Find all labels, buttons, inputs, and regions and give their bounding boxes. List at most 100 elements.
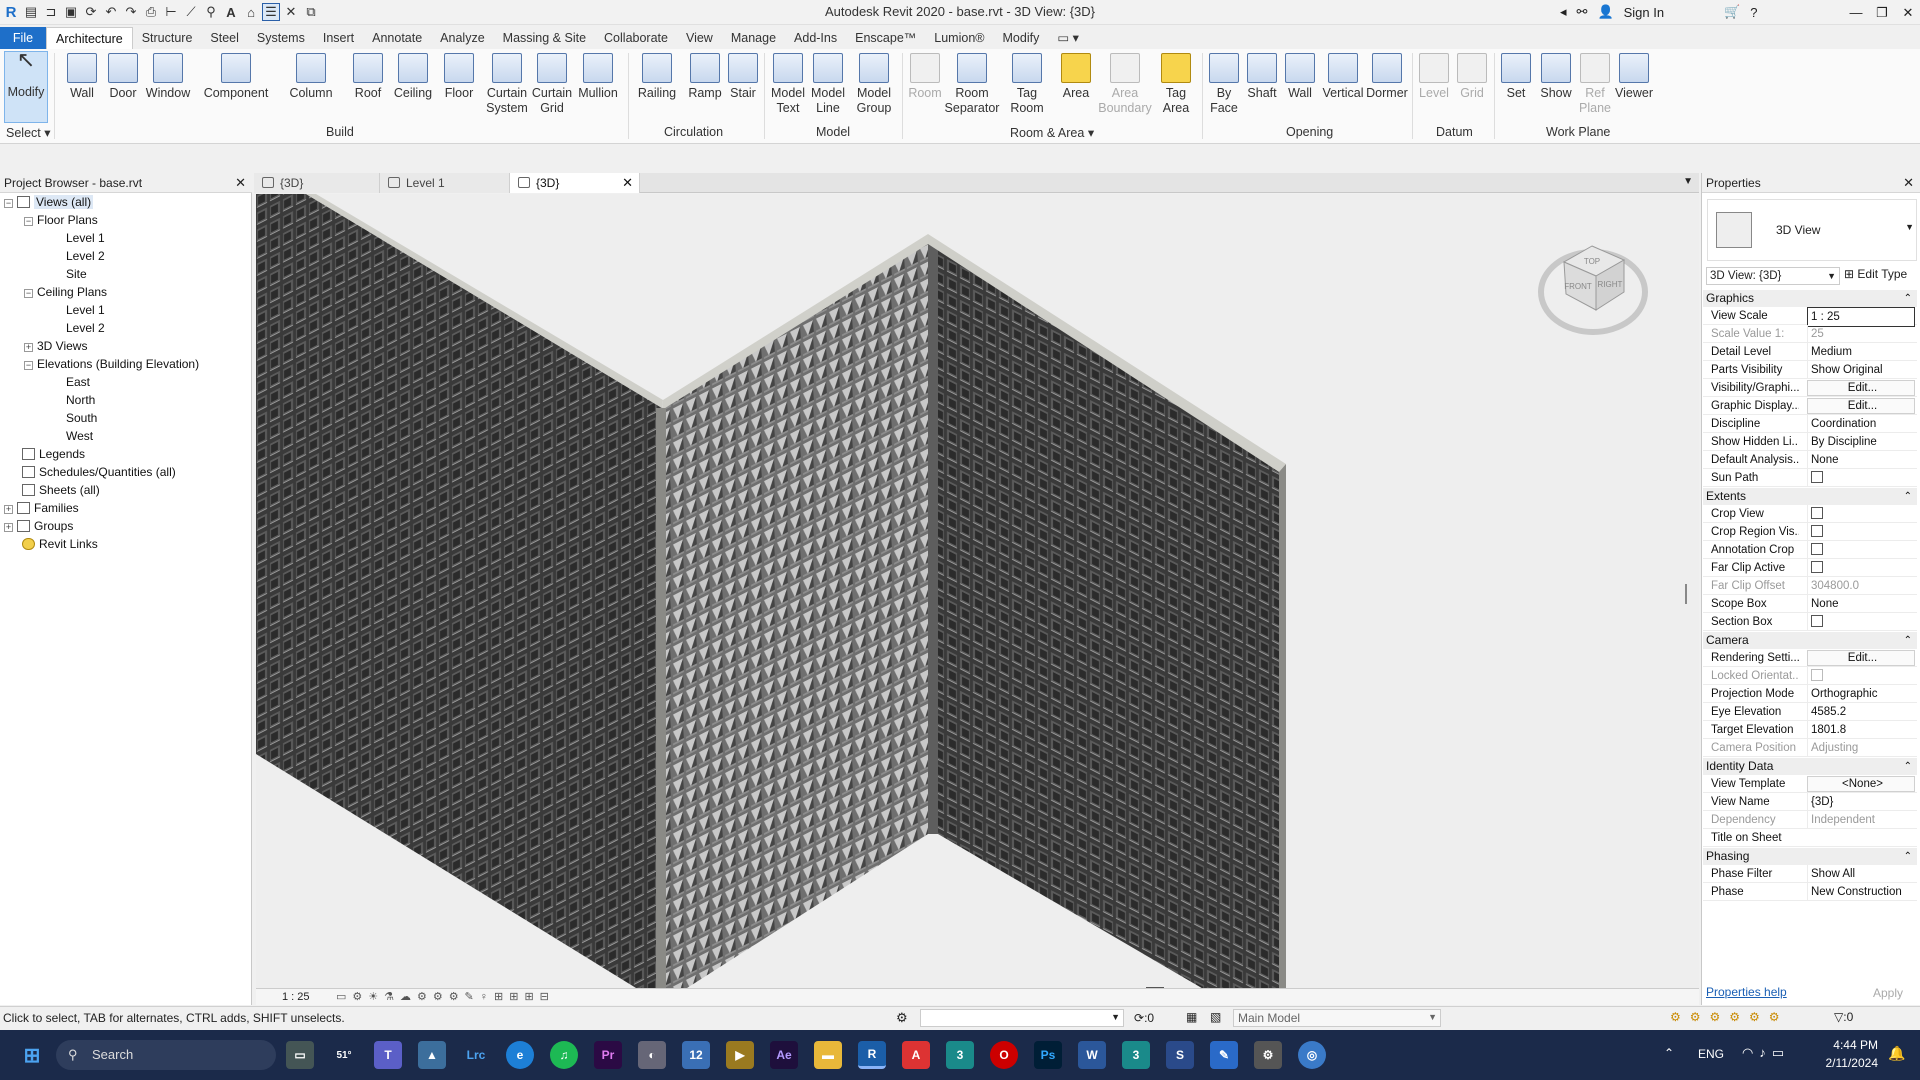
app-icon[interactable]: ▶ bbox=[726, 1041, 754, 1069]
rendering-edit-button[interactable]: Edit... bbox=[1807, 650, 1915, 666]
tab-3d-view-active[interactable]: {3D} ✕ bbox=[510, 173, 640, 193]
tree-item[interactable]: West bbox=[66, 427, 93, 445]
app-icon[interactable]: 12 bbox=[682, 1041, 710, 1069]
door-button[interactable]: Door bbox=[104, 53, 142, 101]
viewcube[interactable]: TOP FRONT RIGHT bbox=[1538, 245, 1648, 335]
taskbar-search[interactable]: ⚲ Search bbox=[56, 1040, 276, 1070]
selection-toggles[interactable]: ⚙⚙⚙⚙⚙⚙ bbox=[1670, 1010, 1789, 1024]
tab-manage[interactable]: Manage bbox=[722, 27, 785, 49]
panel-select[interactable]: Select ▾ bbox=[6, 125, 51, 140]
component-button[interactable]: Component bbox=[200, 53, 272, 101]
stair-button[interactable]: Stair bbox=[724, 53, 762, 101]
roof-button[interactable]: Roof bbox=[350, 53, 386, 101]
crop-region-checkbox[interactable] bbox=[1811, 525, 1823, 537]
restore-icon[interactable]: ❐ bbox=[1869, 0, 1895, 25]
model-text-button[interactable]: Model Text bbox=[768, 53, 808, 116]
tab-systems[interactable]: Systems bbox=[248, 27, 314, 49]
minimize-icon[interactable]: — bbox=[1843, 0, 1869, 25]
premiere-icon[interactable]: Pr bbox=[594, 1041, 622, 1069]
weather-icon[interactable]: 51° bbox=[330, 1041, 358, 1069]
section-extents[interactable]: Extents ⌃ bbox=[1703, 488, 1917, 505]
tag-area-button[interactable]: Tag Area bbox=[1156, 53, 1196, 116]
ceiling-button[interactable]: Ceiling bbox=[390, 53, 436, 101]
revit-taskbar-icon[interactable]: R bbox=[858, 1041, 886, 1069]
design-options-icon[interactable]: ▦ bbox=[1186, 1010, 1197, 1024]
tree-item[interactable]: Legends bbox=[22, 445, 85, 463]
far-clip-checkbox[interactable] bbox=[1811, 561, 1823, 573]
tree-item[interactable]: − Views (all) bbox=[4, 193, 94, 211]
crop-view-checkbox[interactable] bbox=[1811, 507, 1823, 519]
chevron-left-icon[interactable]: ◂ bbox=[1560, 4, 1567, 20]
default-analysis-select[interactable]: None bbox=[1807, 451, 1915, 469]
model-group-button[interactable]: Model Group bbox=[852, 53, 896, 116]
view-scale-input[interactable]: 1 : 25 bbox=[1807, 307, 1915, 327]
detail-level-select[interactable]: Medium bbox=[1807, 343, 1915, 361]
tab-collaborate[interactable]: Collaborate bbox=[595, 27, 677, 49]
edge-icon[interactable]: e bbox=[506, 1041, 534, 1069]
by-face-button[interactable]: By Face bbox=[1206, 53, 1242, 116]
windows-start-icon[interactable]: ⊞ bbox=[18, 1041, 46, 1069]
cart-icon[interactable]: 🛒 bbox=[1724, 4, 1740, 20]
help-icon[interactable]: ? bbox=[1750, 5, 1757, 20]
opera-icon[interactable]: O bbox=[990, 1041, 1018, 1069]
tab-3d-view[interactable]: {3D} bbox=[254, 173, 380, 193]
3d-viewport[interactable]: TOP FRONT RIGHT bbox=[256, 194, 1699, 990]
section-identity-data[interactable]: Identity Data ⌃ bbox=[1703, 758, 1917, 775]
railing-button[interactable]: Railing bbox=[636, 53, 678, 101]
wall-left[interactable] bbox=[256, 194, 662, 990]
edit-type-button[interactable]: ⊞ Edit Type bbox=[1844, 267, 1907, 281]
tree-item[interactable]: Revit Links bbox=[22, 535, 98, 553]
tab-file[interactable]: File bbox=[0, 27, 46, 49]
view-name-input[interactable]: {3D} bbox=[1807, 793, 1915, 811]
tree-item[interactable]: + Families bbox=[4, 499, 79, 517]
vertical-button[interactable]: Vertical bbox=[1320, 53, 1366, 101]
tab-enscape[interactable]: Enscape™ bbox=[846, 27, 925, 49]
tree-item[interactable]: − Ceiling Plans bbox=[24, 283, 107, 301]
properties-help-link[interactable]: Properties help bbox=[1706, 985, 1787, 999]
tree-item[interactable]: − Elevations (Building Elevation) bbox=[24, 355, 199, 373]
scope-box-select[interactable]: None bbox=[1807, 595, 1915, 613]
room-separator-button[interactable]: Room Separator bbox=[944, 53, 1000, 116]
file-explorer-icon[interactable]: ▬ bbox=[814, 1041, 842, 1069]
dormer-button[interactable]: Dormer bbox=[1364, 53, 1410, 101]
viewcube-front[interactable]: FRONT bbox=[1564, 282, 1592, 291]
task-view-icon[interactable]: ▭ bbox=[286, 1041, 314, 1069]
workset-dropdown[interactable]: ▼ bbox=[920, 1009, 1124, 1027]
settings-icon[interactable]: ⚙ bbox=[1254, 1041, 1282, 1069]
3dsmax-icon[interactable]: 3 bbox=[946, 1041, 974, 1069]
parts-visibility-select[interactable]: Show Original bbox=[1807, 361, 1915, 379]
language-indicator[interactable]: ENG bbox=[1698, 1047, 1724, 1061]
tab-architecture[interactable]: Architecture bbox=[46, 27, 133, 49]
notification-icon[interactable]: 🔔 bbox=[1888, 1045, 1905, 1062]
photoshop-icon[interactable]: Ps bbox=[1034, 1041, 1062, 1069]
wall-button[interactable]: Wall bbox=[62, 53, 102, 101]
autocad-icon[interactable]: A bbox=[902, 1041, 930, 1069]
room-button[interactable]: Room bbox=[906, 53, 944, 101]
close-icon[interactable]: ✕ bbox=[235, 175, 246, 191]
tree-item[interactable]: Level 1 bbox=[66, 301, 105, 319]
filter-count[interactable]: ▽:0 bbox=[1834, 1010, 1853, 1024]
phase-filter-select[interactable]: Show All bbox=[1807, 865, 1915, 883]
grid-button[interactable]: Grid bbox=[1454, 53, 1490, 101]
app-icon[interactable]: ✎ bbox=[1210, 1041, 1238, 1069]
section-camera[interactable]: Camera ⌃ bbox=[1703, 632, 1917, 649]
tree-item[interactable]: South bbox=[66, 409, 97, 427]
view-scale-label[interactable]: 1 : 25 bbox=[282, 991, 310, 1003]
tab-steel[interactable]: Steel bbox=[201, 27, 248, 49]
worksharing-icon[interactable]: ⚙ bbox=[896, 1010, 908, 1026]
show-hidden-select[interactable]: By Discipline bbox=[1807, 433, 1915, 451]
wall-middle[interactable] bbox=[662, 240, 928, 990]
viewport-scroll-marker[interactable] bbox=[1685, 584, 1687, 604]
discipline-select[interactable]: Coordination bbox=[1807, 415, 1915, 433]
close-icon[interactable]: ✕ bbox=[1903, 175, 1914, 191]
sketchup-icon[interactable]: S bbox=[1166, 1041, 1194, 1069]
graphic-display-edit-button[interactable]: Edit... bbox=[1807, 398, 1915, 414]
column-button[interactable]: Column bbox=[286, 53, 336, 101]
section-box-checkbox[interactable] bbox=[1811, 615, 1823, 627]
app-icon[interactable]: ◐ bbox=[638, 1041, 666, 1069]
tab-insert[interactable]: Insert bbox=[314, 27, 363, 49]
tab-structure[interactable]: Structure bbox=[133, 27, 202, 49]
show-button[interactable]: Show bbox=[1538, 53, 1574, 101]
exclude-options-icon[interactable]: ▧ bbox=[1210, 1010, 1221, 1024]
area-boundary-button[interactable]: Area Boundary bbox=[1098, 53, 1152, 116]
